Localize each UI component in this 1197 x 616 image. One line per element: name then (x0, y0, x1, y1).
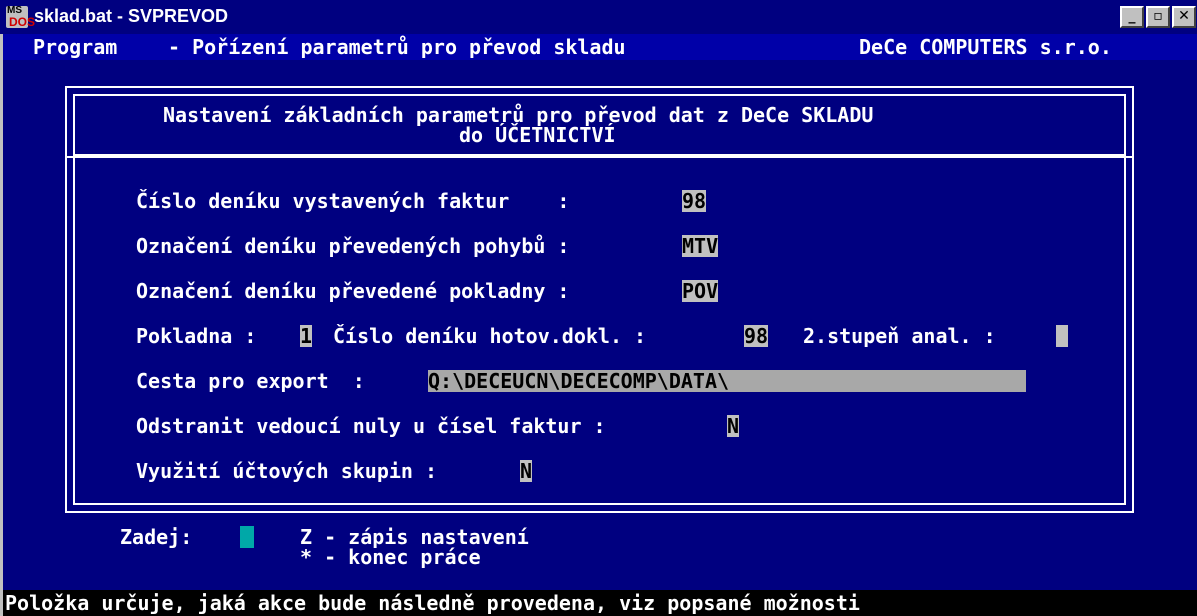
export-path-field[interactable]: Q:\DECEUCN\DECECOMP\DATA\ (428, 370, 1026, 392)
cash-journal-label: Označení deníku převedené pokladny : (136, 279, 570, 303)
window-titlebar[interactable]: MS DOS sklad.bat - SVPREVOD _ ▫ ✕ (0, 0, 1197, 34)
cashbox-field[interactable]: 1 (300, 325, 312, 347)
movements-journal-label: Označení deníku převedených pohybů : (136, 234, 570, 258)
account-groups-label: Využití účtových skupin : (136, 459, 438, 483)
cash-doc-journal-label: Číslo deníku hotov.dokl. : (333, 324, 647, 348)
text-cursor[interactable] (240, 526, 254, 548)
cash-journal-field[interactable]: POV (682, 280, 718, 302)
leading-zeros-field[interactable]: N (727, 415, 739, 437)
invoice-journal-label: Číslo deníku vystavených faktur : (136, 189, 570, 213)
ms-dos-icon[interactable]: MS DOS (6, 5, 35, 29)
analytic-level-field[interactable] (1056, 325, 1068, 347)
movements-journal-field[interactable]: MTV (682, 235, 718, 257)
program-description: - Pořízení parametrů pro převod skladu (168, 35, 626, 59)
account-groups-field[interactable]: N (520, 460, 532, 482)
leading-zeros-label: Odstranit vedoucí nuly u čísel faktur : (136, 414, 606, 438)
dialog-divider-inner (75, 154, 1124, 156)
dialog-title-line2: do ÚČETNICTVÍ (459, 123, 616, 147)
status-bar: Položka určuje, jaká akce bude následně … (3, 590, 1197, 616)
icon-dos-text: DOS (9, 15, 36, 29)
window-title: sklad.bat - SVPREVOD (34, 6, 229, 26)
export-path-label: Cesta pro export : (136, 369, 365, 393)
company-name: DeCe COMPUTERS s.r.o. (859, 35, 1112, 59)
prompt-option-exit: * - konec práce (300, 545, 481, 569)
prompt-label: Zadej: (120, 525, 193, 549)
invoice-journal-field[interactable]: 98 (682, 190, 706, 212)
cash-doc-journal-field[interactable]: 98 (744, 325, 768, 347)
analytic-level-label: 2.stupeň anal. : (803, 324, 996, 348)
status-text: Položka určuje, jaká akce bude následně … (5, 591, 860, 615)
menu-bar: Program - Pořízení parametrů pro převod … (3, 34, 1197, 60)
close-button[interactable]: ✕ (1172, 6, 1196, 28)
minimize-button[interactable]: _ (1120, 6, 1144, 28)
maximize-button[interactable]: ▫ (1146, 6, 1170, 28)
dos-screen[interactable]: Program - Pořízení parametrů pro převod … (3, 34, 1197, 616)
program-label: Program (33, 35, 118, 59)
cashbox-label: Pokladna : (136, 324, 257, 348)
